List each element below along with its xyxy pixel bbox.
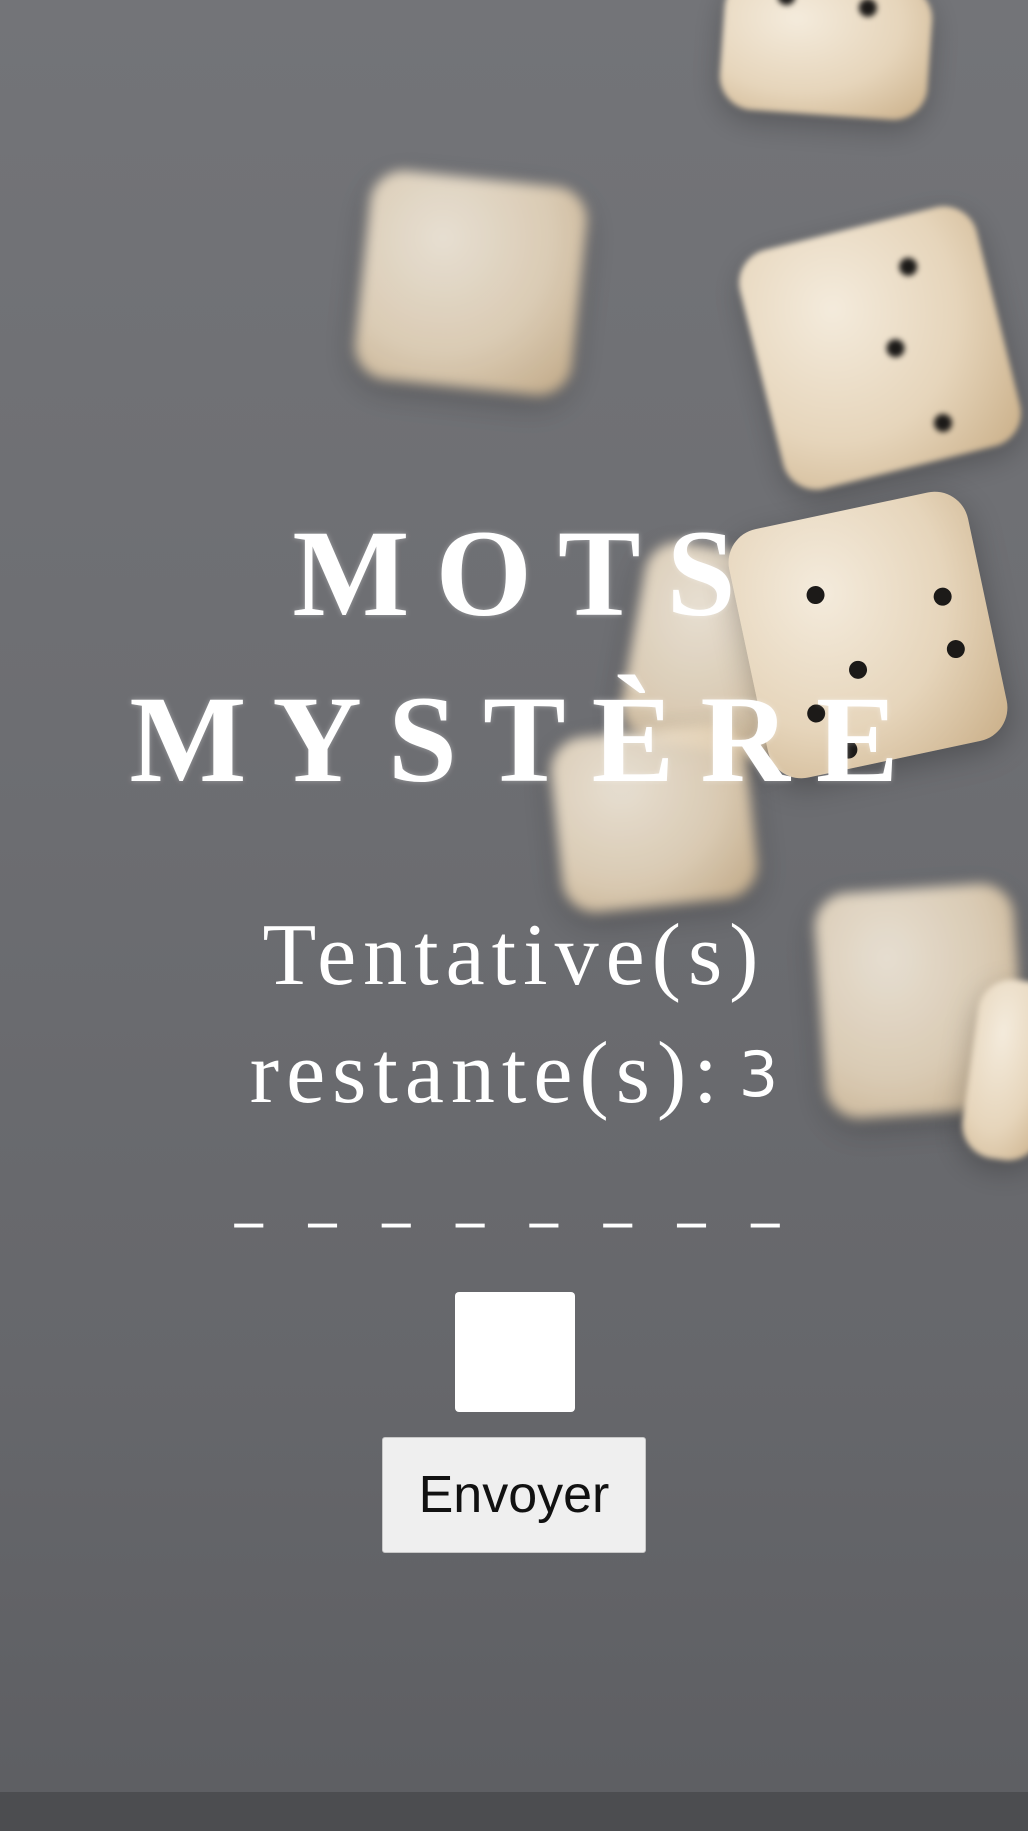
attempts-count: 3 [738, 1038, 779, 1111]
attempts-label: Tentative(s) [262, 907, 766, 1004]
attempts-label-line2: restante(s): 3 [0, 1030, 1028, 1118]
hidden-word-mask: _ _ _ _ _ _ _ _ [234, 1163, 794, 1228]
page-title-line1: MOTS [292, 505, 762, 642]
page-title-line2: MYSTÈRE [129, 671, 925, 808]
send-button[interactable]: Envoyer [382, 1437, 646, 1553]
letter-input[interactable] [455, 1292, 575, 1412]
attempts-label-remaining: restante(s): [249, 1025, 725, 1122]
attempts-label-line1: Tentative(s) [0, 912, 1028, 1000]
game-panel: MOTS MYSTÈRE Tentative(s) restante(s): 3 … [0, 0, 1028, 1831]
